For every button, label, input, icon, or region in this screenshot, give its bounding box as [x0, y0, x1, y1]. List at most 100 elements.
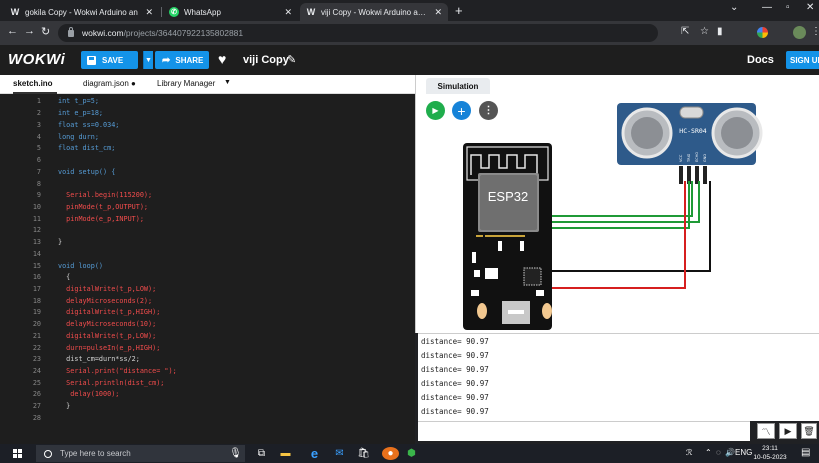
code-line: digitalWrite(t_p,LOW);: [58, 332, 157, 340]
mail-icon[interactable]: ✉: [333, 447, 346, 460]
sidepanel-icon[interactable]: ▮: [717, 26, 723, 37]
sensor-pin-label: GND: [703, 154, 707, 162]
docs-link[interactable]: Docs: [747, 54, 774, 66]
profile-avatar[interactable]: [793, 26, 806, 39]
tab-diagram-json[interactable]: diagram.json ●: [83, 79, 136, 88]
line-number: 18: [32, 297, 41, 305]
browser-tab-viji[interactable]: W viji Copy - Wokwi Arduino and E ✕: [300, 3, 448, 21]
serial-play-icon[interactable]: ▶: [779, 423, 797, 439]
browser-tab-gokila[interactable]: W gokila Copy - Wokwi Arduino an ✕: [4, 3, 159, 21]
tab-search-icon[interactable]: ⌄: [730, 2, 738, 13]
save-label: SAVE: [102, 55, 124, 65]
save-dropdown-chevron-icon[interactable]: ▼: [143, 51, 153, 69]
browser-tab-whatsapp[interactable]: ✆ WhatsApp ✕: [163, 3, 298, 21]
share-arrow-icon: ➦: [162, 54, 171, 66]
wokwi-favicon-icon: W: [306, 7, 316, 17]
share-label: SHARE: [175, 55, 204, 65]
network-icon[interactable]: ◌: [716, 448, 721, 457]
line-number: 14: [32, 250, 41, 258]
reload-icon[interactable]: ↻: [41, 25, 50, 38]
clear-serial-icon[interactable]: 🗑: [801, 423, 817, 439]
tab-divider: [161, 7, 162, 17]
url-path: /projects/364407922135802881: [123, 28, 244, 38]
serial-input-field[interactable]: [418, 421, 750, 441]
close-tab-icon[interactable]: ✕: [145, 7, 153, 18]
cortana-circle-icon: [44, 449, 52, 458]
clock-time: 23:11: [762, 445, 778, 452]
microphone-icon[interactable]: 🎙: [229, 447, 242, 460]
input-language[interactable]: ENG: [735, 448, 752, 457]
heart-icon[interactable]: ♥: [218, 51, 226, 67]
code-line: pinMode(e_p,INPUT);: [58, 215, 144, 223]
simulation-canvas[interactable]: HC-SR04 VCC TRIG ECHO GND ESP32: [415, 94, 819, 333]
plotter-icon[interactable]: 〽: [757, 423, 775, 439]
close-tab-icon[interactable]: ✕: [434, 7, 442, 18]
url-field[interactable]: wokwi.com/projects/364407922135802881: [58, 24, 658, 42]
browser-tab-label: WhatsApp: [184, 7, 221, 17]
people-icon[interactable]: ℛ: [686, 448, 692, 457]
code-line: Serial.println(dist_cm);: [58, 379, 165, 387]
browser-menu-icon[interactable]: ⋮: [811, 26, 819, 37]
screen: W gokila Copy - Wokwi Arduino an ✕ ✆ Wha…: [0, 0, 819, 463]
show-hidden-icons-icon[interactable]: ⌃: [705, 448, 712, 457]
bookmark-star-icon[interactable]: ☆: [700, 26, 709, 37]
line-number: 25: [32, 379, 41, 387]
restore-icon[interactable]: ▫: [786, 2, 790, 13]
tab-dropdown-chevron-icon[interactable]: ▼: [224, 79, 231, 86]
forward-icon[interactable]: →: [24, 25, 35, 37]
add-part-button[interactable]: +: [452, 101, 471, 120]
taskbar-search-box[interactable]: Type here to search: [36, 445, 245, 462]
close-window-icon[interactable]: ✕: [806, 2, 814, 13]
pencil-icon[interactable]: ✎: [287, 53, 296, 66]
sign-up-button[interactable]: SIGN UP: [786, 51, 819, 69]
serial-line: distance= 90.97: [421, 407, 489, 416]
share-button[interactable]: ➦ SHARE: [155, 51, 209, 69]
volume-icon[interactable]: 🔊: [725, 448, 735, 457]
run-simulation-button[interactable]: ▶: [426, 101, 445, 120]
tab-library-manager[interactable]: Library Manager: [157, 79, 215, 88]
more-options-button[interactable]: ⋮: [479, 101, 498, 120]
windows-start-icon[interactable]: [13, 449, 22, 458]
chrome-icon[interactable]: ●: [382, 447, 399, 460]
task-view-icon[interactable]: ⧉: [255, 447, 268, 460]
notification-icon[interactable]: ▤: [801, 447, 810, 458]
share-page-icon[interactable]: ⇱: [681, 26, 689, 37]
file-explorer-icon[interactable]: ▬: [279, 447, 292, 460]
hc-sr04-sensor[interactable]: HC-SR04 VCC TRIG ECHO GND: [617, 103, 763, 184]
browser-tab-label: viji Copy - Wokwi Arduino and E: [321, 7, 430, 17]
sensor-pin-label: ECHO: [695, 152, 699, 162]
line-number: 9: [36, 191, 41, 199]
line-number: 17: [32, 285, 41, 293]
tab-sketch-ino[interactable]: sketch.ino: [13, 79, 53, 88]
serial-line: distance= 90.97: [421, 379, 489, 388]
code-editor[interactable]: 1 2 3 4 5 6 7 8 9 10 11 12 13 14 15 16 1…: [0, 94, 415, 444]
store-icon[interactable]: 🛍: [357, 447, 370, 460]
clock-date: 10-05-2023: [753, 453, 787, 461]
line-number: 11: [32, 215, 41, 223]
whatsapp-icon: ✆: [169, 7, 179, 17]
new-tab-button[interactable]: +: [455, 3, 463, 18]
code-line: float ss=0.034;: [58, 121, 120, 129]
google-extension-icon[interactable]: [757, 27, 768, 38]
sensor-pin-label: TRIG: [687, 153, 691, 163]
esp32-board[interactable]: ESP32: [463, 143, 552, 330]
green-app-icon[interactable]: ⬢: [405, 447, 418, 460]
line-number: 3: [36, 121, 41, 129]
url-host: wokwi.com: [82, 28, 124, 38]
wire-trig-2: [549, 181, 690, 229]
minimize-icon[interactable]: —: [762, 2, 772, 13]
save-button[interactable]: SAVE: [81, 51, 138, 69]
taskbar-clock[interactable]: 23:11 10-05-2023: [753, 445, 787, 462]
back-icon[interactable]: ←: [7, 25, 18, 37]
edge-browser-icon[interactable]: e: [308, 446, 321, 461]
close-tab-icon[interactable]: ✕: [284, 7, 292, 18]
line-number: 8: [36, 180, 41, 188]
serial-monitor-output: distance= 90.97 distance= 90.97 distance…: [418, 333, 819, 421]
serial-line: distance= 90.97: [421, 351, 489, 360]
sensor-label: HC-SR04: [679, 127, 706, 135]
tab-simulation[interactable]: Simulation: [426, 78, 490, 94]
line-number: 13: [32, 238, 41, 246]
wokwi-logo[interactable]: WOKWi: [8, 51, 65, 68]
project-name[interactable]: viji Copy: [243, 54, 289, 66]
code-line: int t_p=5;: [58, 97, 99, 105]
